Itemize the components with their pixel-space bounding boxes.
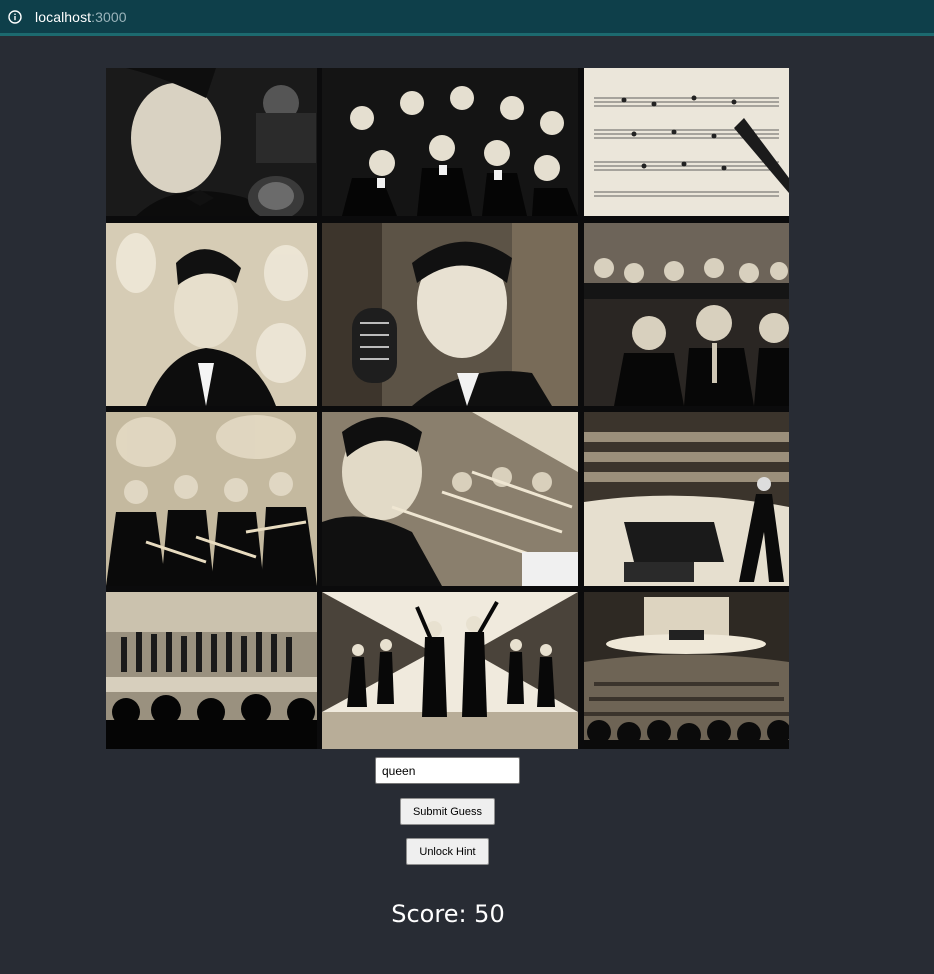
guess-input[interactable]	[375, 757, 520, 784]
trombone-player-image	[322, 412, 578, 586]
concert-hall-audience-image	[584, 592, 789, 749]
site-info-button[interactable]	[4, 6, 26, 28]
unlock-hint-button[interactable]: Unlock Hint	[406, 838, 489, 865]
singer-with-dancers-image	[106, 223, 317, 406]
submit-guess-button[interactable]: Submit Guess	[400, 798, 495, 825]
info-icon	[8, 9, 22, 24]
url-port: :3000	[91, 8, 127, 25]
orchestra-on-stage-image	[106, 592, 317, 749]
url-host: localhost	[35, 8, 92, 25]
trumpet-section-image	[106, 412, 317, 586]
address-url[interactable]: localhost:3000	[35, 9, 127, 25]
singer-at-vintage-microphone-image	[322, 223, 578, 406]
choir-group-image	[322, 68, 578, 216]
performers-bowing-image	[322, 592, 578, 749]
musicians-in-tuxedos-image	[584, 223, 789, 406]
concert-hall-pianist-image	[584, 412, 789, 586]
sheet-music-image	[584, 68, 789, 216]
singer-with-microphone-image	[106, 68, 317, 216]
browser-address-bar: localhost:3000	[0, 0, 934, 36]
score-display: Score: 50	[391, 900, 505, 928]
image-grid	[106, 68, 789, 749]
